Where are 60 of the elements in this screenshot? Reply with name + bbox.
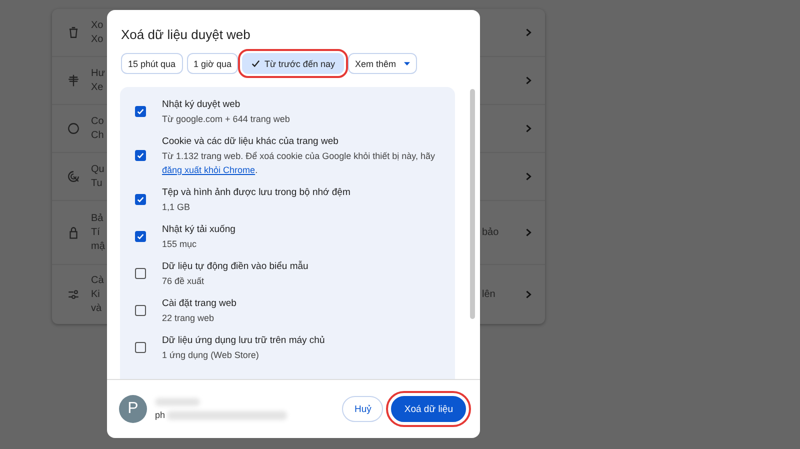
option-title: Cài đặt trang web [162, 297, 238, 311]
chevron-icon[interactable] [524, 76, 533, 85]
trash-icon [67, 26, 80, 39]
time-range-chip[interactable]: 1 giờ qua [186, 53, 238, 74]
more-dropdown[interactable]: Xem thêm [348, 53, 417, 74]
option-title: Tệp và hình ảnh được lưu trong bộ nhớ đệm [162, 186, 352, 200]
setting-text: Ki [91, 288, 101, 302]
checkbox[interactable] [135, 342, 146, 353]
chevron-icon[interactable] [524, 228, 533, 237]
setting-text: Xe [91, 80, 104, 94]
checkbox[interactable] [135, 150, 146, 161]
option-title: Nhật ký tải xuống [162, 223, 236, 237]
option-detail: 1,1 GB [162, 201, 192, 214]
blurred-text [155, 398, 200, 406]
setting-text: lên [482, 289, 496, 300]
option-title: Nhật ký duyệt web [162, 98, 242, 112]
cancel-button[interactable]: Huỷ [342, 396, 384, 422]
setting-text: Hư [91, 66, 105, 80]
setting-text: mậ [91, 240, 105, 254]
setting-text: Ch [91, 128, 104, 142]
setting-text: Xo [91, 18, 104, 32]
option-detail: 155 mục [162, 238, 198, 251]
sliders-icon [67, 288, 80, 301]
setting-text: Co [91, 114, 104, 128]
checkbox[interactable] [135, 194, 146, 205]
sign-out-link[interactable]: đăng xuất khỏi Chrome [162, 165, 256, 175]
option-title: Dữ liệu ứng dụng lưu trữ trên máy chủ [162, 334, 326, 348]
setting-text: Tí [91, 226, 101, 240]
chevron-icon[interactable] [524, 124, 533, 133]
avatar: P [119, 395, 147, 423]
setting-text: Xo [91, 32, 104, 46]
chevron-icon[interactable] [524, 172, 533, 181]
dialog-title: Xoá dữ liệu duyệt web [121, 27, 252, 42]
option-detail: 1 ứng dụng (Web Store) [162, 349, 260, 362]
caret-icon [404, 62, 410, 66]
scrollbar[interactable] [470, 89, 475, 319]
setting-text: và [91, 302, 103, 316]
chevron-icon[interactable] [524, 290, 533, 299]
option-detail: 76 đề xuất [162, 275, 206, 288]
time-range-chip[interactable]: 15 phút qua [121, 53, 183, 74]
setting-text: Bả [91, 212, 104, 226]
checkbox[interactable] [135, 305, 146, 316]
setting-text: Qu [91, 162, 104, 176]
signpost-icon [67, 74, 80, 87]
option-detail: 22 trang web [162, 312, 216, 325]
account-email: ph [155, 410, 166, 420]
option-title: Cookie và các dữ liệu khác của trang web [162, 135, 340, 149]
checkbox[interactable] [135, 106, 146, 117]
setting-text: bảo [482, 227, 500, 238]
chevron-icon[interactable] [524, 28, 533, 37]
cursor-icon [67, 170, 80, 183]
option-detail: Từ google.com + 644 trang web [162, 113, 291, 126]
checkbox[interactable] [135, 268, 146, 279]
lock-icon [67, 226, 80, 239]
option-detail: Từ 1.132 trang web. Để xoá cookie của Google khỏi thiết bị này, hãy đăng xuất khỏi Chrome. [162, 150, 436, 177]
option-title: Dữ liệu tự động điền vào biểu mẫu [162, 260, 310, 274]
check-icon [251, 59, 260, 68]
setting-text: Tu [91, 176, 104, 190]
setting-text: Cà [91, 274, 104, 288]
checkbox[interactable] [135, 231, 146, 242]
